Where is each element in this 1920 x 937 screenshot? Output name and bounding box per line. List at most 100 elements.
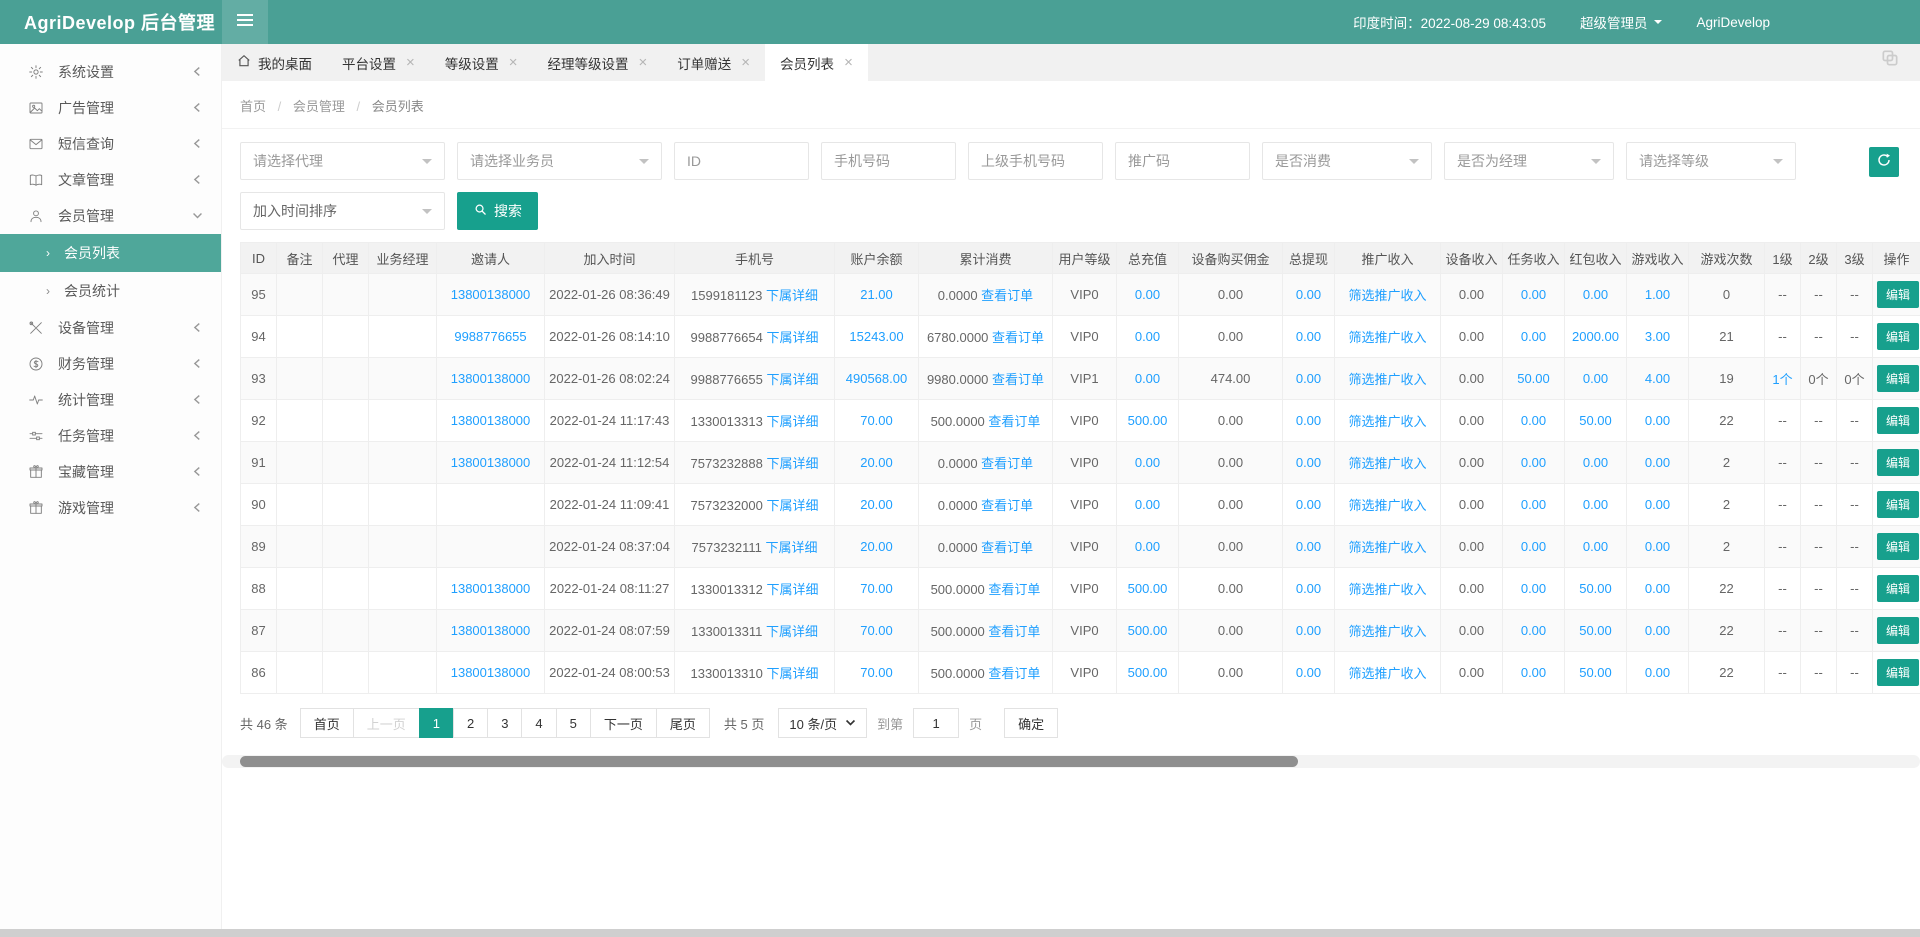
filter-promo-income-link[interactable]: 筛选推广收入 xyxy=(1348,414,1426,429)
view-order-link[interactable]: 查看订单 xyxy=(988,414,1040,429)
close-icon[interactable]: × xyxy=(844,55,853,70)
sidebar-item-ad-management[interactable]: 广告管理 xyxy=(0,90,221,126)
page-2-button[interactable]: 2 xyxy=(453,708,488,738)
subordinate-detail-link[interactable]: 下属详细 xyxy=(766,330,818,345)
subordinate-detail-link[interactable]: 下属详细 xyxy=(766,582,818,597)
sidebar-item-stats-management[interactable]: 统计管理 xyxy=(0,382,221,418)
edit-button[interactable]: 编辑 xyxy=(1877,407,1919,434)
inviter-link[interactable]: 13800138000 xyxy=(451,581,531,596)
filter-promo-income-link[interactable]: 筛选推广收入 xyxy=(1348,540,1426,555)
sidebar-item-treasure-management[interactable]: 宝藏管理 xyxy=(0,454,221,490)
sidebar-item-article-management[interactable]: 文章管理 xyxy=(0,162,221,198)
tab-platform-settings[interactable]: 平台设置× xyxy=(327,44,430,81)
tab-member-list[interactable]: 会员列表× xyxy=(765,44,868,81)
role-dropdown[interactable]: 超级管理员 xyxy=(1580,12,1663,32)
inviter-link[interactable]: 13800138000 xyxy=(451,665,531,680)
tab-my-desktop[interactable]: 我的桌面 xyxy=(222,44,327,81)
tab-overflow-icon[interactable] xyxy=(1880,48,1900,73)
subordinate-detail-link[interactable]: 下属详细 xyxy=(766,414,818,429)
subordinate-detail-link[interactable]: 下属详细 xyxy=(765,540,817,555)
filter-promo-income-link[interactable]: 筛选推广收入 xyxy=(1348,666,1426,681)
sidebar-item-system-settings[interactable]: 系统设置 xyxy=(0,54,221,90)
page-5-button[interactable]: 5 xyxy=(556,708,591,738)
filter-promo-income-link[interactable]: 筛选推广收入 xyxy=(1348,624,1426,639)
edit-button[interactable]: 编辑 xyxy=(1877,281,1919,308)
promo-code-input[interactable] xyxy=(1115,142,1250,180)
page-prev-button[interactable]: 上一页 xyxy=(353,708,420,738)
filter-promo-income-link[interactable]: 筛选推广收入 xyxy=(1348,582,1426,597)
inviter-link[interactable]: 9988776655 xyxy=(454,329,526,344)
page-1-button[interactable]: 1 xyxy=(419,708,454,738)
inviter-link[interactable]: 13800138000 xyxy=(451,371,531,386)
parent-phone-input[interactable] xyxy=(968,142,1103,180)
sidebar-item-finance-management[interactable]: 财务管理 xyxy=(0,346,221,382)
agent-select[interactable]: 请选择代理 xyxy=(240,142,445,180)
close-icon[interactable]: × xyxy=(639,55,648,70)
view-order-link[interactable]: 查看订单 xyxy=(981,456,1033,471)
page-first-button[interactable]: 首页 xyxy=(300,708,354,738)
page-next-button[interactable]: 下一页 xyxy=(590,708,657,738)
sidebar-subitem-member-stats[interactable]: ›会员统计 xyxy=(0,272,221,310)
salesman-select[interactable]: 请选择业务员 xyxy=(457,142,662,180)
horizontal-scrollbar-track[interactable] xyxy=(222,755,1920,768)
subordinate-detail-link[interactable]: 下属详细 xyxy=(766,624,818,639)
sidebar-item-member-management[interactable]: 会员管理 xyxy=(0,198,221,234)
page-3-button[interactable]: 3 xyxy=(487,708,522,738)
edit-button[interactable]: 编辑 xyxy=(1877,617,1919,644)
edit-button[interactable]: 编辑 xyxy=(1877,491,1919,518)
view-order-link[interactable]: 查看订单 xyxy=(992,372,1044,387)
edit-button[interactable]: 编辑 xyxy=(1877,659,1919,686)
view-order-link[interactable]: 查看订单 xyxy=(981,498,1033,513)
breadcrumb-member-mgmt[interactable]: 会员管理 xyxy=(293,99,345,114)
subordinate-detail-link[interactable]: 下属详细 xyxy=(766,288,818,303)
view-order-link[interactable]: 查看订单 xyxy=(988,666,1040,681)
consume-select[interactable]: 是否消费 xyxy=(1262,142,1432,180)
edit-button[interactable]: 编辑 xyxy=(1877,323,1919,350)
manager-select[interactable]: 是否为经理 xyxy=(1444,142,1614,180)
goto-page-input[interactable] xyxy=(913,708,959,738)
level-select[interactable]: 请选择等级 xyxy=(1626,142,1796,180)
subordinate-detail-link[interactable]: 下属详细 xyxy=(766,498,818,513)
edit-button[interactable]: 编辑 xyxy=(1877,533,1919,560)
confirm-button[interactable]: 确定 xyxy=(1004,708,1058,738)
sidebar-item-device-management[interactable]: 设备管理 xyxy=(0,310,221,346)
sidebar-item-sms-query[interactable]: 短信查询 xyxy=(0,126,221,162)
refresh-button[interactable] xyxy=(1869,147,1899,177)
edit-button[interactable]: 编辑 xyxy=(1877,575,1919,602)
view-order-link[interactable]: 查看订单 xyxy=(992,330,1044,345)
inviter-link[interactable]: 13800138000 xyxy=(451,287,531,302)
view-order-link[interactable]: 查看订单 xyxy=(988,624,1040,639)
tab-level-settings[interactable]: 等级设置× xyxy=(430,44,533,81)
filter-promo-income-link[interactable]: 筛选推广收入 xyxy=(1348,498,1426,513)
close-icon[interactable]: × xyxy=(741,55,750,70)
subordinate-detail-link[interactable]: 下属详细 xyxy=(766,456,818,471)
view-order-link[interactable]: 查看订单 xyxy=(981,288,1033,303)
sidebar-item-task-management[interactable]: 任务管理 xyxy=(0,418,221,454)
view-order-link[interactable]: 查看订单 xyxy=(988,582,1040,597)
search-button[interactable]: 搜索 xyxy=(457,192,538,230)
page-size-select[interactable]: 10 条/页 xyxy=(778,708,867,738)
username-link[interactable]: AgriDevelop xyxy=(1696,15,1770,30)
close-icon[interactable]: × xyxy=(509,55,518,70)
tab-manager-level-settings[interactable]: 经理等级设置× xyxy=(533,44,663,81)
phone-input[interactable] xyxy=(821,142,956,180)
sidebar-toggle-button[interactable] xyxy=(222,0,268,44)
inviter-link[interactable]: 13800138000 xyxy=(451,623,531,638)
inviter-link[interactable]: 13800138000 xyxy=(451,455,531,470)
sidebar-subitem-member-list[interactable]: ›会员列表 xyxy=(0,234,221,272)
edit-button[interactable]: 编辑 xyxy=(1877,365,1919,392)
close-icon[interactable]: × xyxy=(406,55,415,70)
sidebar-item-game-management[interactable]: 游戏管理 xyxy=(0,490,221,526)
breadcrumb-home[interactable]: 首页 xyxy=(240,99,266,114)
subordinate-detail-link[interactable]: 下属详细 xyxy=(766,372,818,387)
horizontal-scrollbar[interactable] xyxy=(240,756,1298,767)
page-4-button[interactable]: 4 xyxy=(521,708,556,738)
filter-promo-income-link[interactable]: 筛选推广收入 xyxy=(1348,456,1426,471)
inviter-link[interactable]: 13800138000 xyxy=(451,413,531,428)
page-last-button[interactable]: 尾页 xyxy=(656,708,710,738)
tab-order-gift[interactable]: 订单赠送× xyxy=(662,44,765,81)
subordinate-detail-link[interactable]: 下属详细 xyxy=(766,666,818,681)
filter-promo-income-link[interactable]: 筛选推广收入 xyxy=(1348,330,1426,345)
id-input[interactable] xyxy=(674,142,809,180)
filter-promo-income-link[interactable]: 筛选推广收入 xyxy=(1348,288,1426,303)
